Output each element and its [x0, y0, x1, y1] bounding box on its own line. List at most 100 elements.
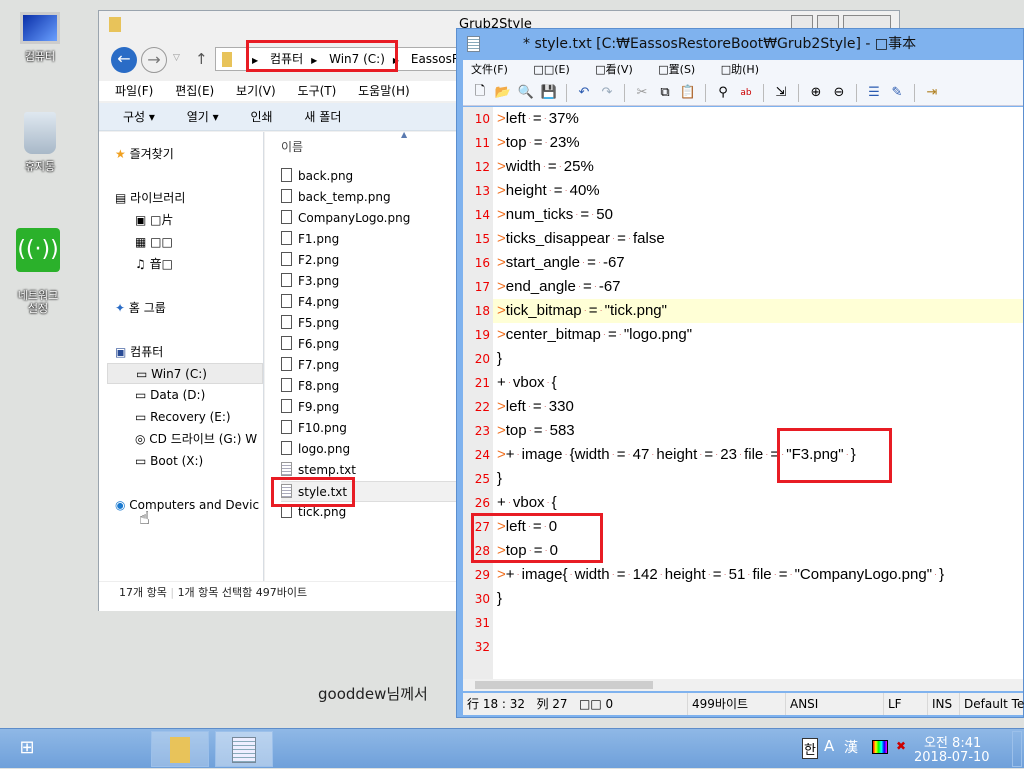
menu-help[interactable]: □助(H) — [721, 63, 759, 76]
code-line[interactable]: } — [493, 587, 1023, 611]
redo-icon[interactable]: ↷ — [598, 84, 616, 102]
open-button[interactable]: 열기 ▾ — [187, 110, 219, 124]
clock-time[interactable]: 오전 8:41 — [924, 732, 981, 751]
clock-date[interactable]: 2018-07-10 — [914, 750, 990, 765]
file-item[interactable]: back_temp.png — [281, 187, 461, 208]
menu-tools[interactable]: 도구(T) — [298, 84, 337, 98]
nav-library-item[interactable]: ♫ 音□ — [135, 254, 283, 275]
code-line[interactable]: + · vbox · { — [493, 491, 1023, 515]
nav-homegroup[interactable]: ✦ 홈 그룹 — [115, 298, 263, 319]
code-line[interactable]: >top · = · 23% — [493, 131, 1023, 155]
file-item[interactable]: F5.png — [281, 313, 461, 334]
back-button[interactable]: ← — [111, 47, 137, 73]
desktop-icon-computer[interactable]: 컴퓨터 — [0, 10, 80, 64]
replace-icon[interactable]: ab — [737, 84, 755, 102]
code-line[interactable]: >height · = · 40% — [493, 179, 1023, 203]
ime-hangul[interactable]: 한 — [802, 738, 818, 759]
new-folder-button[interactable]: 새 폴더 — [304, 110, 341, 124]
code-line[interactable]: >end_angle · = · -67 — [493, 275, 1023, 299]
code-line[interactable]: >+ · image{ · width · = · 142 · height ·… — [493, 563, 1023, 587]
up-button[interactable]: ↑ — [195, 50, 208, 68]
file-item[interactable]: tick.png — [281, 502, 461, 523]
file-item[interactable]: F9.png — [281, 397, 461, 418]
nav-favorites[interactable]: ★ 즐겨찾기 — [115, 144, 263, 165]
code-line[interactable]: + · vbox · { — [493, 371, 1023, 395]
open-file-icon[interactable]: 📂 — [494, 84, 512, 102]
ime-hanja[interactable]: 漢 — [844, 737, 858, 757]
nav-computer[interactable]: ▣ 컴퓨터 — [115, 342, 263, 363]
menu-edit[interactable]: □□(E) — [533, 63, 569, 76]
nav-library-item[interactable]: ▦ □□ — [135, 232, 283, 253]
code-line[interactable]: >+ · image · {width · = · 47 · height · … — [493, 443, 1023, 467]
horizontal-scrollbar[interactable] — [463, 679, 1023, 691]
column-header-name[interactable]: 이름 — [281, 138, 303, 155]
code-line[interactable]: } — [493, 467, 1023, 491]
nav-library-item[interactable]: ▣ □片 — [135, 210, 283, 231]
exit-icon[interactable]: ⇥ — [923, 84, 941, 102]
nav-drive-g[interactable]: ◎ CD 드라이브 (G:) W — [135, 429, 263, 450]
show-desktop-button[interactable] — [1012, 731, 1022, 767]
code-line[interactable]: >top · = · 0 — [493, 539, 1023, 563]
file-item[interactable]: style.txt — [281, 481, 461, 502]
file-item[interactable]: F7.png — [281, 355, 461, 376]
code-line[interactable] — [493, 611, 1023, 635]
code-line[interactable]: >left · = · 0 — [493, 515, 1023, 539]
nav-drive-c[interactable]: ▭ Win7 (C:) — [107, 363, 263, 384]
nav-drive-e[interactable]: ▭ Recovery (E:) — [135, 407, 283, 428]
cut-icon[interactable]: ✂ — [633, 84, 651, 102]
save-icon[interactable]: 💾 — [540, 84, 558, 102]
copy-icon[interactable]: ⧉ — [656, 84, 674, 102]
undo-icon[interactable]: ↶ — [575, 84, 593, 102]
edit-options-icon[interactable]: ✎ — [888, 84, 906, 102]
network-disconnected-icon[interactable]: ✖ — [896, 739, 906, 753]
code-line[interactable]: >width · = · 25% — [493, 155, 1023, 179]
find-icon[interactable]: ⚲ — [714, 84, 732, 102]
settings-icon[interactable]: ☰ — [865, 84, 883, 102]
code-line[interactable]: >start_angle · = · -67 — [493, 251, 1023, 275]
code-line[interactable]: >center_bitmap · = · "logo.png" — [493, 323, 1023, 347]
taskbar-explorer-button[interactable] — [151, 731, 209, 767]
breadcrumb-drive[interactable]: Win7 (C:) — [329, 52, 385, 66]
nav-drive-x[interactable]: ▭ Boot (X:) — [135, 451, 283, 472]
desktop-icon-recycle-bin[interactable]: 휴지통 — [0, 112, 80, 174]
menu-view[interactable]: □看(V) — [595, 63, 633, 76]
menu-file[interactable]: 파일(F) — [115, 84, 153, 98]
zoom-in-icon[interactable]: ⊕ — [807, 84, 825, 102]
start-button[interactable]: ⊞ — [14, 737, 40, 761]
notepad-title-bar[interactable]: * style.txt [C:₩EassosRestoreBoot₩Grub2S… — [457, 29, 1023, 82]
file-item[interactable]: stemp.txt — [281, 460, 461, 481]
file-item[interactable]: F3.png — [281, 271, 461, 292]
ime-alpha[interactable]: A — [824, 737, 834, 755]
forward-button[interactable]: → — [141, 47, 167, 73]
code-line[interactable]: >tick_bitmap · = · "tick.png" — [493, 299, 1023, 323]
nav-libraries[interactable]: ▤ 라이브러리 — [115, 188, 263, 209]
browse-icon[interactable]: 🔍 — [517, 84, 535, 102]
code-line[interactable]: >top · = · 583 — [493, 419, 1023, 443]
menu-settings[interactable]: □置(S) — [658, 63, 695, 76]
recent-dropdown-icon[interactable]: ▽ — [173, 53, 180, 63]
file-item[interactable]: F4.png — [281, 292, 461, 313]
nav-network[interactable]: ◉ Computers and Devic — [115, 495, 263, 516]
code-line[interactable]: >left · = · 330 — [493, 395, 1023, 419]
file-item[interactable]: F2.png — [281, 250, 461, 271]
code-line[interactable] — [493, 635, 1023, 659]
file-item[interactable]: F6.png — [281, 334, 461, 355]
code-line[interactable]: } — [493, 347, 1023, 371]
menu-file[interactable]: 文件(F) — [471, 63, 508, 76]
zoom-out-icon[interactable]: ⊖ — [830, 84, 848, 102]
taskbar-notepad-button[interactable] — [215, 731, 273, 767]
file-item[interactable]: logo.png — [281, 439, 461, 460]
goto-icon[interactable]: ⇲ — [772, 84, 790, 102]
new-file-icon[interactable]: 🗋 — [471, 84, 489, 102]
display-icon[interactable] — [872, 740, 888, 754]
file-item[interactable]: CompanyLogo.png — [281, 208, 461, 229]
code-line[interactable]: >left · = · 37% — [493, 107, 1023, 131]
menu-edit[interactable]: 편집(E) — [175, 84, 214, 98]
organize-button[interactable]: 구성 ▾ — [123, 110, 155, 124]
menu-view[interactable]: 보기(V) — [236, 84, 276, 98]
print-button[interactable]: 인쇄 — [251, 110, 273, 124]
file-item[interactable]: F8.png — [281, 376, 461, 397]
paste-icon[interactable]: 📋 — [679, 84, 697, 102]
file-item[interactable]: F1.png — [281, 229, 461, 250]
file-item[interactable]: back.png — [281, 166, 461, 187]
